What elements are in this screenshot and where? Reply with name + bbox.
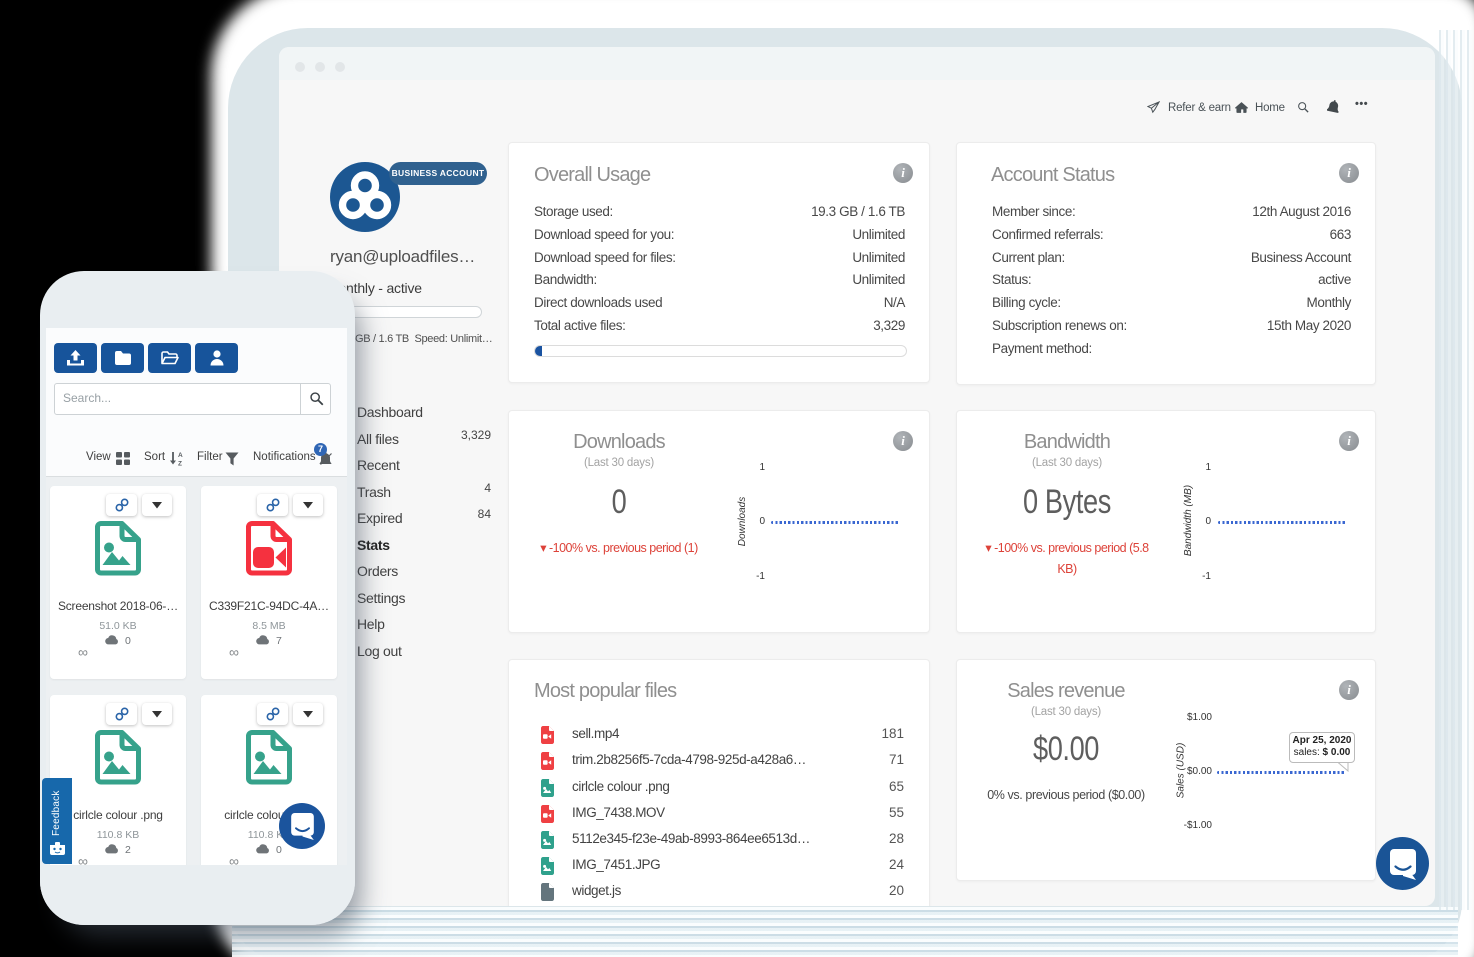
svg-text:Z: Z xyxy=(178,461,182,467)
svg-text:A: A xyxy=(178,452,183,459)
